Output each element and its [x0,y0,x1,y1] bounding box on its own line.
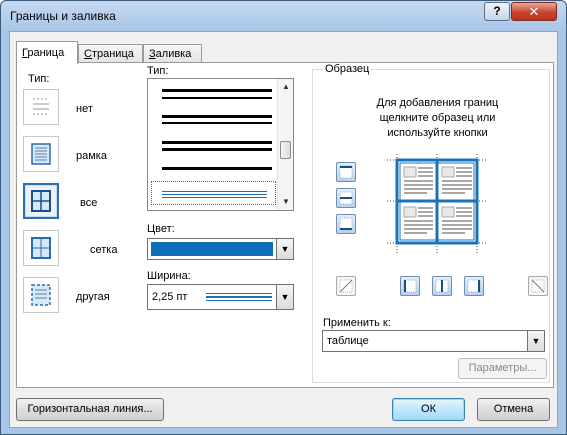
diagonal-down-icon [339,279,353,293]
border-box-icon [31,143,51,165]
diagonal-up-icon [531,279,545,293]
style-option-thin-thick[interactable] [162,167,272,170]
style-option-thick[interactable] [162,89,272,92]
dialog-window: Границы и заливка ? ✕ Граница Страница З… [0,0,567,435]
diagonal-down-border-button[interactable] [336,276,356,296]
cancel-button[interactable]: Отмена [477,398,550,421]
border-left-icon [403,279,417,293]
width-combobox[interactable]: 2,25 пт ▼ [147,284,294,310]
preview-label: Образец [323,63,372,75]
close-button[interactable]: ✕ [511,2,557,21]
preview-hint: Для добавления границ щелкните образец и… [376,97,499,139]
tab-shading-label: аливка [155,48,192,60]
border-bottom-icon [339,217,353,231]
right-border-button[interactable] [464,276,484,296]
scroll-down-arrow-icon[interactable]: ▼ [278,194,294,210]
setting-none-button[interactable] [23,89,59,125]
tab-borders-label: раница [27,47,65,59]
color-swatch [151,242,273,256]
border-right-icon [467,279,481,293]
border-inside-horizontal-icon [339,191,353,205]
setting-grid-label[interactable]: сетка [90,244,117,256]
style-label: Тип: [147,65,169,77]
setting-custom-button[interactable] [23,277,59,313]
dialog-title: Границы и заливка [10,9,116,23]
color-combobox[interactable]: ▼ [147,238,294,260]
border-none-icon [33,98,49,115]
dialog-client: Граница Страница Заливка Тип: нет рамка … [9,31,558,428]
diagonal-up-border-button[interactable] [528,276,548,296]
border-all-icon [31,190,51,212]
scroll-thumb[interactable] [280,141,291,159]
tab-borders[interactable]: Граница [16,41,78,64]
apply-dropdown-arrow-icon[interactable]: ▼ [527,331,544,351]
tab-page-label: траница [91,48,134,60]
inside-vertical-border-button[interactable] [432,276,452,296]
help-button[interactable]: ? [484,2,510,21]
setting-none-label[interactable]: нет [76,103,93,115]
ok-button[interactable]: ОК [392,398,465,421]
style-option-triple-b[interactable] [162,148,272,151]
tab-page[interactable]: Страница [78,44,143,63]
border-grid-icon [31,237,51,259]
scroll-up-arrow-icon[interactable]: ▲ [278,79,294,95]
apply-to-combobox[interactable]: таблице ▼ [322,330,545,352]
apply-to-label: Применить к: [323,317,391,329]
borders-panel: Тип: нет рамка все сетка другая Тип: ▲ ▼… [16,62,554,388]
style-option-thick-thin[interactable] [162,115,272,118]
setting-label: Тип: [28,73,50,85]
border-top-icon [339,165,353,179]
inside-horizontal-border-button[interactable] [336,188,356,208]
style-scrollbar[interactable]: ▲ ▼ [277,79,293,210]
style-listbox[interactable]: ▲ ▼ [147,78,294,211]
style-option-selected[interactable] [151,181,276,205]
left-border-button[interactable] [400,276,420,296]
tab-shading[interactable]: Заливка [143,44,202,63]
style-option-thick-2[interactable] [162,97,272,99]
setting-grid-button[interactable] [23,230,59,266]
color-dropdown-arrow-icon[interactable]: ▼ [276,239,293,259]
width-label: Ширина: [147,270,191,282]
horizontal-line-button[interactable]: Горизонтальная линия... [16,398,164,421]
style-option-thick-thin-2[interactable] [162,122,272,124]
preview-table[interactable] [387,154,487,254]
setting-all-button[interactable] [23,183,59,219]
setting-box-label[interactable]: рамка [76,150,107,162]
bottom-border-button[interactable] [336,214,356,234]
options-button[interactable]: Параметры... [458,358,547,379]
width-dropdown-arrow-icon[interactable]: ▼ [276,285,293,309]
setting-box-button[interactable] [23,136,59,172]
tab-shading-mnemonic: З [149,48,156,60]
tab-page-mnemonic: С [84,48,92,60]
color-label: Цвет: [147,223,175,235]
style-option-triple-a[interactable] [162,141,272,144]
border-custom-icon [31,284,51,306]
setting-custom-label[interactable]: другая [76,291,110,303]
setting-all-label[interactable]: все [80,197,97,209]
border-inside-vertical-icon [435,279,449,293]
apply-to-value: таблице [327,335,369,347]
title-bar[interactable]: Границы и заливка ? ✕ [1,1,566,31]
width-value: 2,25 пт [152,291,188,303]
top-border-button[interactable] [336,162,356,182]
